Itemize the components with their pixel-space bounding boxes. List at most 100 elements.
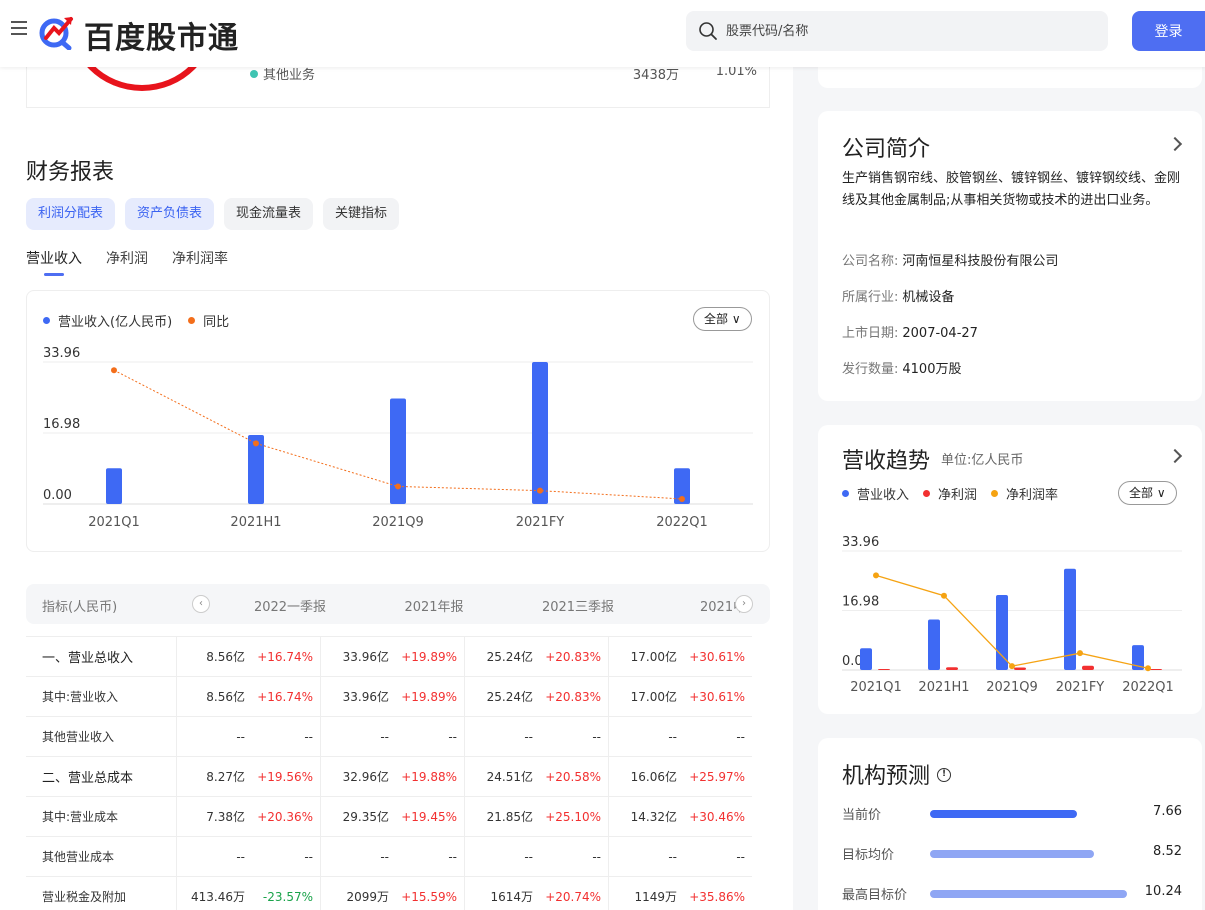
forecast-bar <box>930 890 1127 898</box>
brand-name[interactable]: 百度股市通 <box>84 13 239 57</box>
next-arrow-icon[interactable]: › <box>735 595 753 613</box>
legend-item-revenue: 营业收入 <box>842 484 909 503</box>
legend-label: 净利润 <box>938 488 978 503</box>
trend-filter-button[interactable]: 全部 ∨ <box>1118 481 1177 505</box>
forecast-bar <box>930 810 1077 818</box>
line-point <box>1145 665 1151 672</box>
table-row: 其他营业收入 -- -- -- -- -- -- -- -- <box>26 716 752 757</box>
legend-dot <box>991 490 999 497</box>
line-point <box>679 495 685 502</box>
cell-change: -- <box>592 849 601 864</box>
cell-value: 8.27亿 <box>206 770 245 784</box>
info-icon[interactable]: ! <box>937 768 951 782</box>
table-cell: 17.00亿 +30.61% <box>608 636 752 677</box>
bar <box>532 362 548 504</box>
table-cell: 24.51亿 +20.58% <box>464 756 608 797</box>
cell-value: 1614万 <box>490 890 533 904</box>
company-name-row: 公司名称: 河南恒星科技股份有限公司 <box>842 250 1058 269</box>
cell-change: -- <box>736 849 745 864</box>
field-key: 所属行业: <box>842 290 899 305</box>
legend-dot <box>842 490 849 497</box>
chevron-right-icon[interactable] <box>1167 136 1183 152</box>
cell-value: 25.24亿 <box>486 650 533 664</box>
table-row: 二、营业总成本 8.27亿 +19.56% 32.96亿 +19.88% 24.51亿 +2… <box>26 756 752 797</box>
legend-label: 营业收入 <box>857 488 910 503</box>
trend-legend: 营业收入 净利润 净利润率 <box>842 484 1058 503</box>
forecast-label: 当前价 <box>842 808 882 823</box>
table-cell: -- -- <box>320 836 464 877</box>
line-point <box>253 440 259 447</box>
tab-revenue[interactable]: 营业收入 <box>26 248 82 276</box>
listing-date-row: 上市日期: 2007-04-27 <box>842 322 978 341</box>
line-series <box>875 574 1149 669</box>
row-label: 其中:营业收入 <box>42 690 119 704</box>
business-composition-card: 其他业务 3438万 1.01% <box>26 5 770 108</box>
search-box[interactable] <box>686 11 1108 51</box>
x-tick-label: 2021FY <box>1056 680 1105 695</box>
bar <box>878 668 890 670</box>
cell-value: 33.96亿 <box>342 690 389 704</box>
cell-value: 8.56亿 <box>206 690 245 704</box>
legend-label: 净利润率 <box>1006 488 1059 503</box>
metric-tabs: 营业收入 净利润 净利润率 <box>26 248 228 276</box>
tab-cash-flow[interactable]: 现金流量表 <box>224 198 314 230</box>
forecast-row: 最高目标价 10.24 <box>842 884 1182 904</box>
bar <box>106 468 122 504</box>
line-point <box>1077 650 1083 657</box>
table-cell: 16.06亿 +25.97% <box>608 756 752 797</box>
bar <box>996 595 1008 670</box>
search-icon <box>699 22 717 40</box>
left-column: 其他业务 3438万 1.01% 财务报表 利润分配表 资产负债表 现金流量表 … <box>0 5 793 910</box>
login-button[interactable]: 登录 <box>1132 11 1205 51</box>
cell-change: +20.83% <box>545 649 601 664</box>
trend-unit: 单位:亿人民币 <box>941 453 1024 468</box>
tab-net-margin[interactable]: 净利润率 <box>172 248 228 276</box>
table-header-label: 指标(人民币) <box>42 600 118 615</box>
cell-change: +30.61% <box>689 689 745 704</box>
cell-change: -- <box>448 849 457 864</box>
table-cell: -- -- <box>176 716 320 757</box>
field-key: 发行数量: <box>842 362 899 377</box>
menu-icon[interactable] <box>11 21 27 37</box>
table-cell: 8.56亿 +16.74% <box>176 636 320 677</box>
cell-value: -- <box>668 729 677 744</box>
x-tick-label: 2021Q9 <box>372 515 424 530</box>
line-point <box>1009 663 1015 670</box>
cell-value: 25.24亿 <box>486 690 533 704</box>
y-tick-label: 0.00 <box>43 488 72 503</box>
forecast-bar <box>930 850 1094 858</box>
row-label: 营业税金及附加 <box>42 890 127 904</box>
y-tick-label: 33.96 <box>43 346 80 361</box>
revenue-chart: 33.96 16.98 0.00 2021Q1 2021H1 2021Q9 2021FY 20… <box>43 346 753 530</box>
bar <box>1014 667 1026 670</box>
table-cell: -- -- <box>464 836 608 877</box>
issue-volume-row: 发行数量: 4100万股 <box>842 358 961 377</box>
prev-arrow-icon[interactable]: ‹ <box>192 595 210 613</box>
row-label: 其他营业成本 <box>42 850 115 864</box>
forecast-row: 当前价 7.66 <box>842 804 1182 824</box>
logo-icon[interactable] <box>38 14 74 50</box>
cell-value: 17.00亿 <box>630 690 677 704</box>
tab-balance-sheet[interactable]: 资产负债表 <box>125 198 215 230</box>
x-tick-label: 2021Q9 <box>986 680 1038 695</box>
cell-value: -- <box>236 729 245 744</box>
table-cell: 32.96亿 +19.88% <box>320 756 464 797</box>
chevron-right-icon[interactable] <box>1167 448 1183 464</box>
bar <box>928 619 940 670</box>
row-label: 其他营业收入 <box>42 730 115 744</box>
tab-net-profit[interactable]: 净利润 <box>106 248 148 276</box>
cell-change: +19.56% <box>257 769 313 784</box>
search-input[interactable] <box>726 11 1086 51</box>
cell-value: -- <box>380 729 389 744</box>
tab-key-metrics[interactable]: 关键指标 <box>323 198 400 230</box>
forecast-card: 机构预测 ! 当前价 7.66 目标均价 8.52 最高目标价 10.24 <box>818 738 1202 910</box>
table-cell: 7.38亿 +20.36% <box>176 796 320 837</box>
field-key: 公司名称: <box>842 254 899 269</box>
forecast-value: 10.24 <box>1144 884 1182 899</box>
tab-income-statement[interactable]: 利润分配表 <box>26 198 116 230</box>
y-tick-label: 33.96 <box>842 535 879 550</box>
x-tick-label: 2021Q1 <box>88 515 140 530</box>
line-point <box>941 592 947 599</box>
cell-change: -- <box>448 729 457 744</box>
y-tick-label: 16.98 <box>842 595 879 610</box>
